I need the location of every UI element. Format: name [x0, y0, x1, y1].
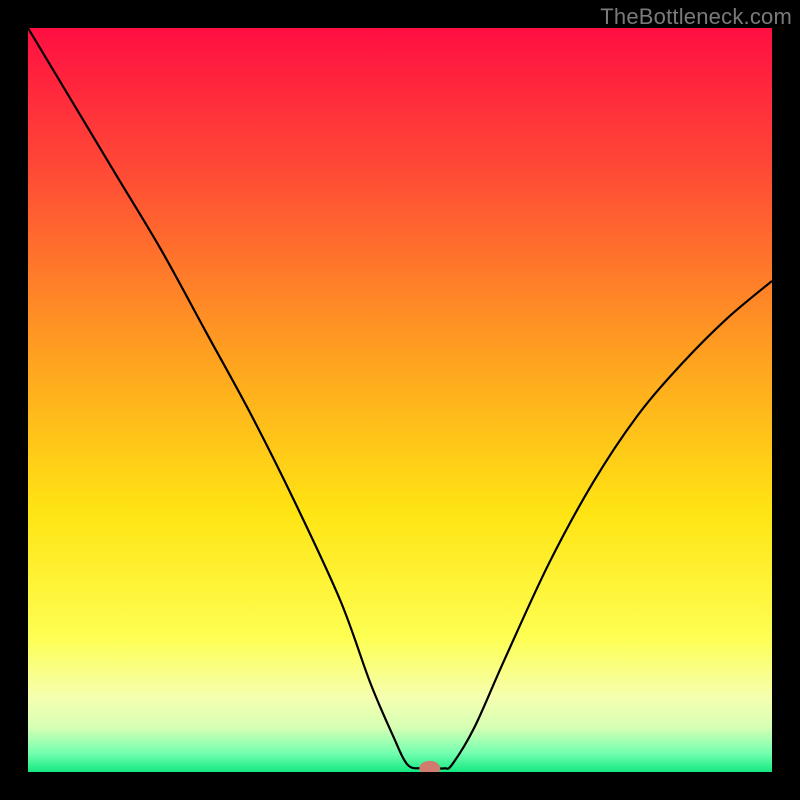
watermark-text: TheBottleneck.com: [600, 4, 792, 30]
bottleneck-chart: [28, 28, 772, 772]
chart-frame: TheBottleneck.com: [0, 0, 800, 800]
plot-area: [28, 28, 772, 772]
gradient-background: [28, 28, 772, 772]
